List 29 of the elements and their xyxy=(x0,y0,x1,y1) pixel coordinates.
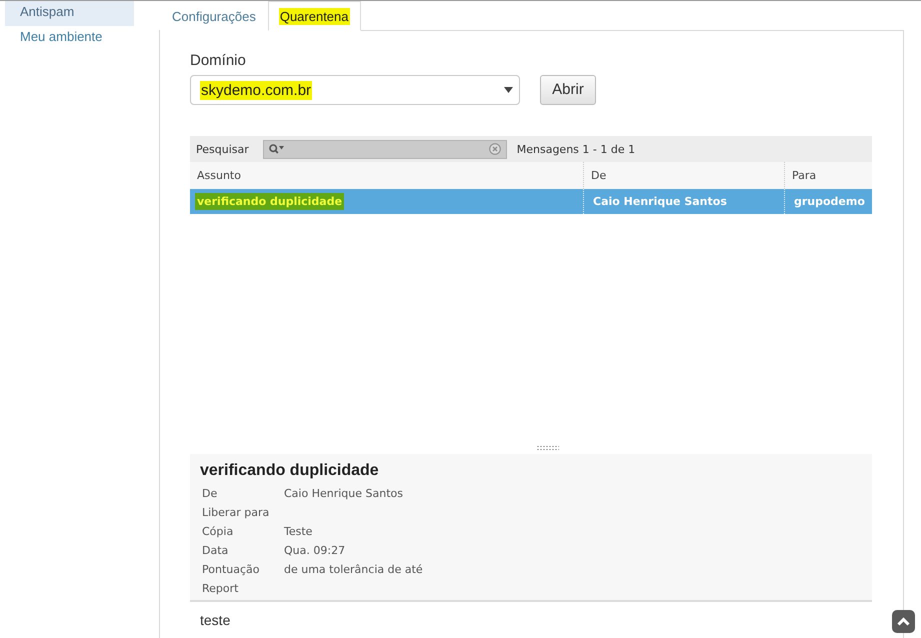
chevron-up-icon xyxy=(897,617,910,626)
sidebar-item[interactable]: Antispam xyxy=(5,1,134,26)
search-icon xyxy=(268,144,284,154)
message-body: teste xyxy=(200,612,230,628)
table-cell-text: verificando duplicidade xyxy=(194,192,346,212)
field-value: Caio Henrique Santos xyxy=(284,486,404,502)
field-label: Report xyxy=(202,581,240,597)
field-label: Data xyxy=(202,543,230,559)
sidebar-item[interactable]: Meu ambiente xyxy=(5,26,134,51)
scroll-top-button[interactable] xyxy=(892,610,915,633)
table-cell: grupodemo xyxy=(784,189,872,214)
search-field[interactable] xyxy=(262,140,507,158)
open-button[interactable]: Abrir xyxy=(540,74,596,104)
field-value: Teste xyxy=(284,524,314,540)
field-label: Cópia xyxy=(202,524,234,540)
search-label: Pesquisar xyxy=(196,142,249,156)
column-header[interactable]: Assunto xyxy=(190,162,583,189)
field-label: Domínio xyxy=(190,52,247,70)
caret-down-icon xyxy=(504,87,513,93)
field-value: de uma tolerância de até xyxy=(284,562,424,578)
field-label: Pontuação xyxy=(202,562,260,578)
message-title: verificando duplicidade xyxy=(200,461,380,481)
message-count: Mensagens 1 - 1 de 1 xyxy=(516,142,636,156)
field-value: Qua. 09:27 xyxy=(284,543,346,559)
field-label: De xyxy=(202,486,218,502)
table-cell: Caio Henrique Santos xyxy=(583,189,784,214)
tab[interactable]: Quarentena xyxy=(268,1,360,31)
domain-select[interactable]: skydemo.com.br xyxy=(190,75,520,105)
field-label: Liberar para xyxy=(202,505,270,521)
